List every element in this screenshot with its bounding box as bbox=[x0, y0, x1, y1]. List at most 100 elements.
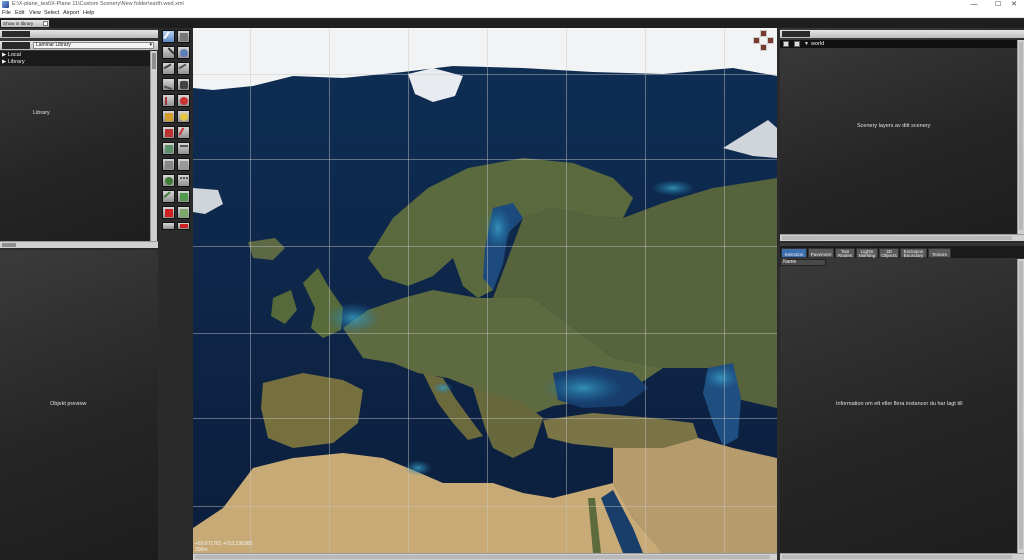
tool-extra-b[interactable] bbox=[177, 222, 190, 230]
tab-3d-objects[interactable]: 3D Objects bbox=[879, 248, 899, 258]
tool-marquee[interactable] bbox=[162, 30, 175, 43]
tool-light[interactable] bbox=[177, 110, 190, 123]
tool-beacon[interactable] bbox=[177, 94, 190, 107]
tree-expand-icon[interactable]: ▼ bbox=[804, 41, 809, 47]
sign-icon bbox=[165, 129, 173, 137]
adriatic-shelf bbox=[433, 382, 453, 394]
app-icon bbox=[2, 1, 9, 8]
scroll-thumb[interactable] bbox=[152, 53, 156, 69]
show-in-library-checkbox[interactable] bbox=[43, 21, 48, 26]
scroll-thumb[interactable] bbox=[782, 555, 1012, 559]
layers-search-bar[interactable] bbox=[780, 30, 1024, 38]
taxiway-icon bbox=[178, 63, 190, 75]
tool-boundary[interactable] bbox=[162, 78, 175, 91]
layers-vscrollbar[interactable] bbox=[1017, 40, 1024, 234]
properties-label: Information om ett eller flera instancer… bbox=[836, 401, 963, 407]
properties-vscrollbar[interactable] bbox=[1017, 259, 1024, 553]
tool-draped[interactable] bbox=[177, 206, 190, 219]
tab-exclusion-boundary[interactable]: Exclusion Boundary bbox=[900, 248, 927, 258]
library-hscrollbar[interactable] bbox=[0, 241, 158, 248]
tool-atc-route[interactable] bbox=[177, 142, 190, 155]
grid-line bbox=[408, 28, 409, 553]
scroll-thumb[interactable] bbox=[1019, 261, 1023, 549]
line-icon bbox=[163, 191, 175, 203]
tool-sign[interactable] bbox=[162, 126, 175, 139]
minimize-button[interactable]: — bbox=[964, 0, 984, 9]
scroll-thumb[interactable] bbox=[195, 555, 770, 559]
properties-hscrollbar[interactable] bbox=[780, 553, 1024, 560]
tool-polygon[interactable] bbox=[177, 190, 190, 203]
tower-icon bbox=[165, 113, 173, 121]
polygon-icon bbox=[180, 193, 188, 201]
draped-icon bbox=[180, 209, 188, 217]
scroll-thumb[interactable] bbox=[782, 236, 1012, 240]
tab-lights-marking[interactable]: Lights Marking bbox=[856, 248, 878, 258]
tool-runway[interactable] bbox=[162, 46, 175, 59]
tool-exclusion[interactable] bbox=[162, 206, 175, 219]
tool-facade[interactable] bbox=[177, 158, 190, 171]
arrow-icon bbox=[163, 31, 175, 43]
menu-select[interactable]: Select bbox=[44, 10, 59, 16]
menu-view[interactable]: View bbox=[29, 10, 41, 16]
tree-item-library[interactable]: ▶ Library bbox=[2, 59, 122, 65]
library-filter-dropdown[interactable]: Laminar Library ▾ bbox=[33, 42, 154, 49]
tool-object[interactable] bbox=[162, 158, 175, 171]
atc-route-icon bbox=[180, 145, 188, 153]
tool-sealane[interactable] bbox=[177, 46, 190, 59]
scroll-thumb[interactable] bbox=[1019, 42, 1023, 230]
title-bar: E:\X-plane_test\X-Plane 11\Custom Scener… bbox=[0, 0, 1024, 9]
scenery-layers-panel bbox=[780, 28, 1024, 240]
pan-left-button[interactable] bbox=[753, 37, 760, 44]
library-search-label-area bbox=[2, 31, 30, 37]
tree-expand-icon[interactable]: ▶ bbox=[2, 52, 6, 58]
tool-atc-flow[interactable] bbox=[162, 142, 175, 155]
scroll-thumb[interactable] bbox=[2, 243, 16, 247]
grid-line bbox=[329, 28, 330, 553]
tool-vertex[interactable] bbox=[177, 30, 190, 43]
pan-right-button[interactable] bbox=[767, 37, 774, 44]
tool-tower[interactable] bbox=[162, 110, 175, 123]
show-in-library-field[interactable]: Show in library bbox=[1, 20, 49, 27]
tool-extra-a[interactable] bbox=[162, 222, 175, 230]
name-column-header[interactable]: Name bbox=[780, 259, 826, 266]
tab-texture[interactable]: Texture bbox=[928, 248, 951, 258]
exclusion-icon bbox=[165, 209, 173, 217]
tool-forest[interactable] bbox=[162, 174, 175, 187]
boundary-icon bbox=[163, 79, 175, 91]
tab-taxi-routes[interactable]: Taxi Routes bbox=[835, 248, 855, 258]
menu-file[interactable]: File bbox=[2, 10, 11, 16]
tree-item-local[interactable]: ▶ Local bbox=[2, 52, 122, 58]
pan-up-button[interactable] bbox=[760, 30, 767, 37]
window-title: E:\X-plane_test\X-Plane 11\Custom Scener… bbox=[12, 1, 184, 7]
facade-icon bbox=[180, 161, 188, 169]
north-sea-shelf bbox=[325, 302, 381, 334]
lock-icon[interactable] bbox=[794, 41, 800, 47]
tool-string[interactable] bbox=[177, 174, 190, 187]
tool-windsock[interactable] bbox=[162, 94, 175, 107]
string-icon bbox=[180, 177, 188, 185]
tool-taxiway[interactable] bbox=[177, 62, 190, 75]
grid-line bbox=[193, 418, 777, 419]
vertex-icon bbox=[180, 33, 188, 41]
eye-icon[interactable] bbox=[783, 41, 789, 47]
grid-line bbox=[193, 74, 777, 75]
tab-pavement[interactable]: Pavement bbox=[808, 248, 834, 258]
grid-line bbox=[193, 246, 777, 247]
layer-row-world[interactable]: ▼ world bbox=[780, 40, 1024, 48]
pan-down-button[interactable] bbox=[760, 44, 767, 51]
menu-help[interactable]: Help bbox=[83, 10, 94, 16]
library-vscrollbar[interactable] bbox=[150, 51, 157, 241]
layers-hscrollbar[interactable] bbox=[780, 234, 1024, 241]
tab-selection[interactable]: Selection bbox=[781, 248, 807, 258]
menu-edit[interactable]: Edit bbox=[15, 10, 24, 16]
tree-expand-icon[interactable]: ▶ bbox=[2, 59, 6, 65]
close-button[interactable]: ✕ bbox=[1004, 0, 1024, 9]
grid-line bbox=[645, 28, 646, 553]
map-hscrollbar[interactable] bbox=[193, 553, 777, 560]
menu-airport[interactable]: Airport bbox=[63, 10, 79, 16]
map-view[interactable]: +69.671781 +013.236980 300m bbox=[193, 28, 777, 553]
tool-hole[interactable] bbox=[177, 78, 190, 91]
tool-line[interactable] bbox=[162, 190, 175, 203]
tool-ramp-start[interactable] bbox=[177, 126, 190, 139]
tool-helipad[interactable] bbox=[162, 62, 175, 75]
